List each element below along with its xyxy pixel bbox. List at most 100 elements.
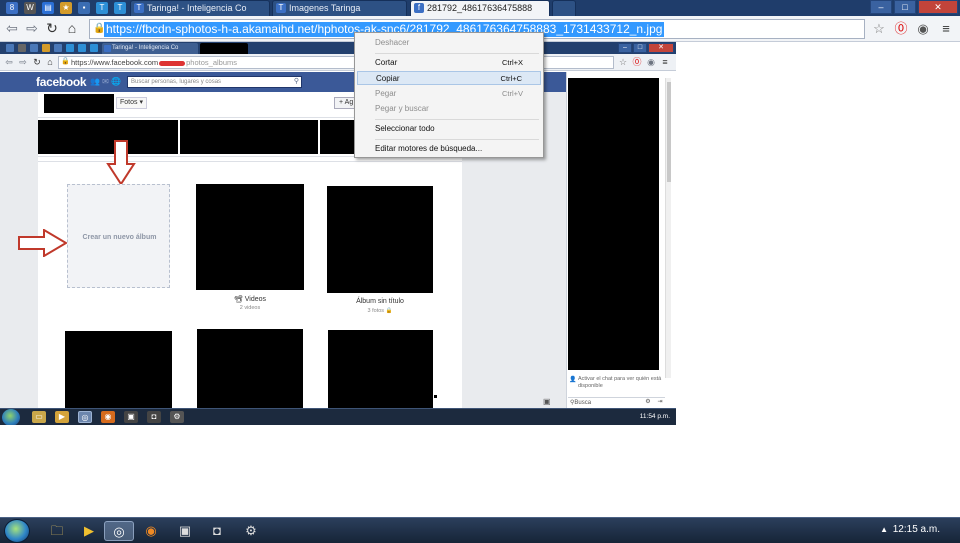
back-arrow-icon[interactable]: ⇦ (4, 20, 20, 36)
chat-sidebar: 👤 Activar el chat para ver quién está di… (566, 72, 676, 425)
opera-extension-icon[interactable]: ⓪ (632, 56, 642, 68)
docs-icon[interactable] (30, 44, 38, 52)
inner-start-button[interactable] (2, 409, 20, 425)
wordpress-icon[interactable]: W (24, 2, 36, 14)
settings-app-icon[interactable]: ⚙ (170, 411, 184, 423)
taringa-t-icon[interactable] (66, 44, 74, 52)
album-title[interactable]: Álbum sin título (327, 298, 433, 305)
system-clock[interactable]: 12:15 a.m. (893, 524, 940, 536)
menu-item-cut[interactable]: Cortar Ctrl+X (357, 56, 541, 70)
menu-icon[interactable]: ≡ (938, 21, 954, 37)
menu-item-select-all[interactable]: Seleccionar todo (357, 122, 541, 136)
album-title[interactable]: 📽 Videos (196, 295, 304, 303)
menu-item-paste[interactable]: Pegar Ctrl+V (357, 87, 541, 101)
cover-divider (178, 120, 180, 154)
firefox-icon[interactable]: ◉ (136, 521, 166, 541)
explorer-icon[interactable]: 🗀 (42, 521, 72, 541)
forward-arrow-icon[interactable]: ⇨ (18, 56, 28, 68)
photos-dropdown[interactable]: Fotos ▾ (116, 97, 147, 109)
album-thumbnail-untitled[interactable] (327, 186, 433, 293)
album-thumbnail-videos[interactable] (196, 184, 304, 290)
album-thumbnail[interactable] (65, 331, 172, 411)
taringa-t-icon[interactable]: T (96, 2, 108, 14)
terminal-icon[interactable]: ▣ (124, 411, 138, 423)
gear-icon[interactable]: ⚙ (644, 398, 652, 406)
menu-item-paste-and-search[interactable]: Pegar y buscar (357, 102, 541, 116)
google-icon[interactable] (6, 44, 14, 52)
scroll-thumb[interactable] (667, 82, 671, 182)
chrome-icon[interactable]: ◎ (104, 521, 134, 541)
inner-minimize-button[interactable]: – (618, 43, 632, 53)
home-icon[interactable]: ⌂ (45, 56, 55, 68)
home-icon[interactable]: ⌂ (64, 20, 80, 36)
eye-extension-icon[interactable]: ◉ (646, 56, 656, 68)
chrome-icon[interactable]: ◎ (78, 411, 92, 423)
reload-icon[interactable]: ↻ (32, 56, 42, 68)
taringa-t-icon[interactable] (78, 44, 86, 52)
inner-tab-redacted[interactable] (200, 43, 248, 54)
reload-icon[interactable]: ↻ (44, 20, 60, 36)
forward-arrow-icon[interactable]: ⇨ (24, 20, 40, 36)
chat-notice[interactable]: 👤 Activar el chat para ver quién está di… (568, 376, 665, 396)
app-icon[interactable]: ◘ (147, 411, 161, 423)
pinned-tab-icon[interactable]: ★ (60, 2, 72, 14)
tray-expand-icon[interactable]: ▲ (880, 525, 888, 534)
taringa-t-icon[interactable] (90, 44, 98, 52)
minimize-button[interactable]: – (870, 0, 892, 14)
annotation-right-arrow (18, 229, 68, 257)
settings-app-icon[interactable]: ⚙ (236, 521, 266, 541)
eye-extension-icon[interactable]: ◉ (915, 21, 931, 37)
media-player-icon[interactable]: ▶ (55, 411, 69, 423)
inner-maximize-button[interactable]: □ (633, 43, 647, 53)
terminal-icon[interactable]: ▣ (170, 521, 200, 541)
firefox-icon[interactable]: ◉ (101, 411, 115, 423)
start-button[interactable] (4, 519, 30, 543)
redacted-friends-list (568, 78, 659, 370)
outer-tab-strip: 8 W ▤ ★ ▪ T T T Taringa! - Inteligencia … (0, 0, 960, 16)
new-tab-button[interactable] (552, 0, 576, 16)
album-thumbnail[interactable] (328, 330, 433, 411)
google-icon[interactable]: 8 (6, 2, 18, 14)
album-count: 2 videos (239, 305, 261, 311)
tab-image[interactable]: f 281792_48617636475888 (410, 0, 550, 16)
search-icon[interactable]: ⚲ (294, 77, 299, 87)
explorer-icon[interactable]: ▭ (32, 411, 46, 423)
star-bookmark-icon[interactable]: ☆ (871, 21, 887, 37)
inner-close-button[interactable]: ✕ (648, 43, 674, 53)
annotation-down-arrow (106, 140, 136, 186)
taringa-favicon: T (134, 3, 144, 13)
back-arrow-icon[interactable]: ⇦ (4, 56, 14, 68)
menu-icon[interactable]: ≡ (660, 56, 670, 68)
maximize-button[interactable]: □ (894, 0, 916, 14)
pinned-tab-icon[interactable] (42, 44, 50, 52)
app-icon[interactable]: ◘ (202, 521, 232, 541)
url-path: photos_albums (186, 58, 237, 67)
menu-item-undo[interactable]: Deshacer (357, 36, 541, 50)
inner-tab-taringa[interactable]: Taringa! - Inteligencia Co (102, 43, 198, 54)
tab-taringa[interactable]: T Taringa! - Inteligencia Co (130, 0, 270, 16)
menu-item-edit-search-engines[interactable]: Editar motores de búsqueda... (357, 142, 541, 156)
media-player-icon[interactable]: ▶ (74, 521, 104, 541)
bookmark-icon[interactable] (54, 44, 62, 52)
tab-imagenes-taringa[interactable]: T Imagenes Taringa (272, 0, 407, 16)
star-bookmark-icon[interactable]: ☆ (618, 56, 628, 68)
wordpress-icon[interactable] (18, 44, 26, 52)
pages-icon[interactable]: ▣ (543, 397, 551, 406)
facebook-search-input[interactable]: Buscar personas, lugares y cosas ⚲ (127, 76, 302, 88)
album-thumbnail[interactable] (197, 329, 303, 411)
taringa-t-icon[interactable]: T (114, 2, 126, 14)
docs-icon[interactable]: ▤ (42, 2, 54, 14)
notification-jewels-icon[interactable]: 👥 ✉ 🌐 (90, 78, 121, 86)
sidebar-scrollbar[interactable] (665, 78, 671, 378)
opera-extension-icon[interactable]: ⓪ (893, 21, 909, 37)
tab-label: 281792_48617636475888 (427, 3, 533, 13)
tab-label: Taringa! - Inteligencia Co (147, 3, 247, 13)
close-button[interactable]: ✕ (918, 0, 958, 14)
menu-separator (375, 139, 539, 140)
facebook-logo[interactable]: facebook (36, 75, 87, 89)
popout-icon[interactable]: ⇥ (656, 398, 664, 406)
menu-item-copy[interactable]: Copiar Ctrl+C (357, 71, 541, 85)
create-album-card[interactable]: Crear un nuevo álbum (67, 184, 170, 288)
embedded-screenshot: Taringa! - Inteligencia Co – □ ✕ ⇦ ⇨ ↻ ⌂… (0, 42, 676, 425)
bookmark-icon[interactable]: ▪ (78, 2, 90, 14)
